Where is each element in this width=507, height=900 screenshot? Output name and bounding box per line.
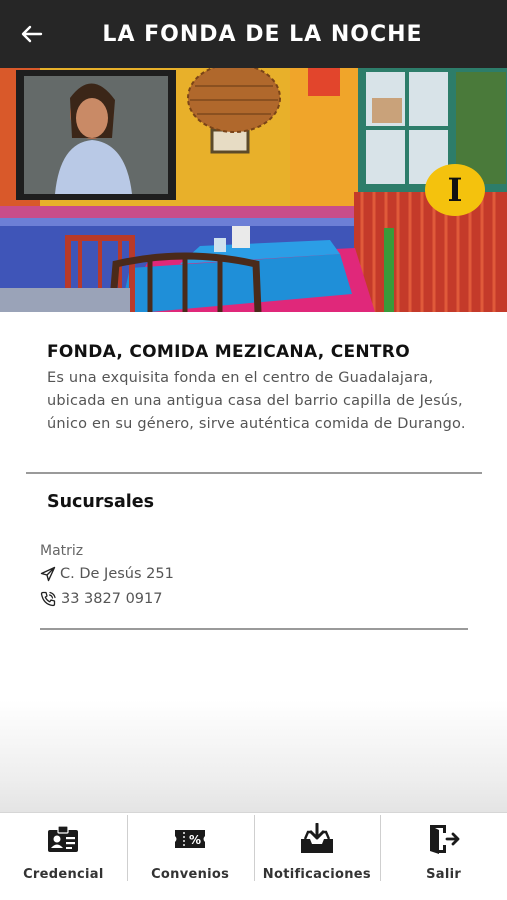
tab-salir[interactable]: Salir (380, 813, 507, 900)
tab-label: Notificaciones (262, 867, 371, 882)
tab-label: Credencial (23, 867, 104, 882)
divider (26, 472, 482, 474)
send-icon (40, 566, 56, 582)
branch-phone-text: 33 3827 0917 (61, 591, 163, 607)
branch-phone[interactable]: 33 3827 0917 (40, 591, 162, 607)
hero-image: I (0, 68, 507, 312)
arrow-left-icon (21, 25, 43, 43)
discount-ticket-icon: % (175, 830, 206, 848)
svg-text:%: % (189, 833, 201, 847)
phone-icon (40, 591, 56, 607)
branch-address-text: C. De Jesús 251 (60, 566, 174, 582)
tab-notificaciones[interactable]: Notificaciones (253, 813, 381, 900)
branch-name: Matriz (40, 543, 84, 559)
branch-address[interactable]: C. De Jesús 251 (40, 566, 174, 582)
tab-convenios[interactable]: % Convenios (126, 813, 254, 900)
top-bar: LA FONDA DE LA NOCHE (0, 0, 507, 68)
bottom-fade (0, 700, 507, 812)
tab-label: Salir (426, 867, 462, 882)
tab-label: Convenios (151, 867, 230, 882)
info-badge[interactable]: I (425, 164, 485, 216)
branches-heading: Sucursales (47, 492, 155, 512)
exit-door-icon (429, 825, 460, 854)
page-title: LA FONDA DE LA NOCHE (102, 21, 423, 47)
category-title: FONDA, COMIDA MEZICANA, CENTRO (47, 342, 410, 362)
back-button[interactable] (18, 20, 46, 48)
tab-credencial[interactable]: Credencial (0, 813, 127, 900)
inbox-download-icon (300, 823, 333, 853)
bottom-tab-bar: Credencial % Convenios Notificaciones Sa… (0, 812, 507, 900)
divider (40, 628, 468, 630)
id-card-icon (48, 825, 79, 852)
description-text: Es una exquisita fonda en el centro de G… (47, 370, 466, 432)
